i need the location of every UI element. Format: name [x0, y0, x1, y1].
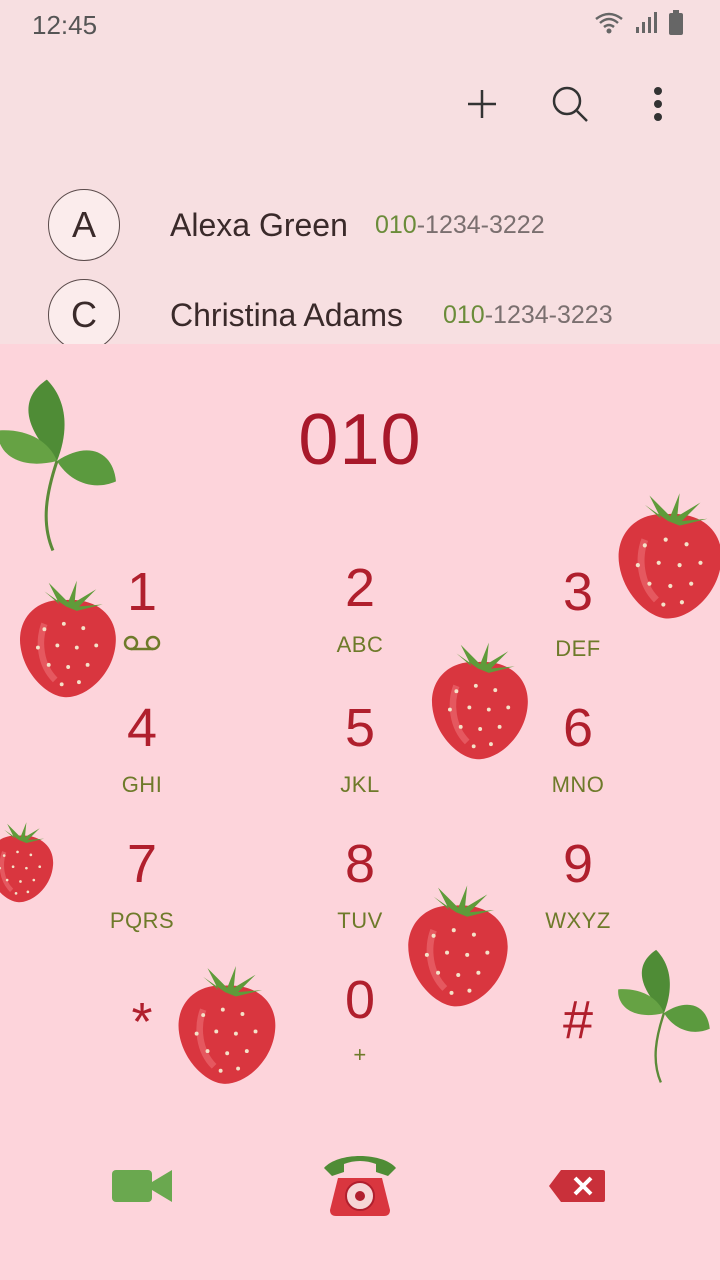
key-letters: ABC: [336, 632, 384, 657]
key-7[interactable]: 7 PQRS: [42, 834, 242, 954]
dialed-number: 010: [298, 400, 422, 480]
search-icon: [552, 86, 588, 122]
number-match: 010: [375, 210, 417, 239]
key-digit: 6: [562, 698, 594, 758]
dialer-panel: 010 1 2 ABC 3 DEF 4 GHI 5 JKL 6 MNO 7 PQ…: [0, 344, 720, 1280]
avatar: C: [48, 279, 120, 344]
key-letters: DEF: [555, 636, 601, 661]
battery-icon: [669, 10, 683, 35]
contact-number: 010-1234-3223: [443, 301, 613, 330]
key-digit: 0: [344, 970, 376, 1030]
key-letters: WXYZ: [545, 908, 611, 933]
key-3[interactable]: 3 DEF: [478, 562, 678, 682]
key-letters: +: [353, 1042, 367, 1067]
key-digit: #: [562, 990, 594, 1050]
key-9[interactable]: 9 WXYZ: [478, 834, 678, 954]
contact-item[interactable]: C Christina Adams 010-1234-3223: [0, 270, 720, 344]
key-1[interactable]: 1: [42, 562, 242, 682]
status-time: 12:45: [32, 10, 98, 40]
status-icons: [594, 10, 684, 36]
key-letters: JKL: [340, 772, 380, 797]
toolbar-actions: [460, 80, 680, 128]
key-letters: MNO: [551, 772, 605, 797]
video-call-button[interactable]: [102, 1158, 182, 1214]
contact-suggestions: A Alexa Green 010-1234-3222 C Christina …: [0, 180, 720, 344]
key-4[interactable]: 4 GHI: [42, 698, 242, 818]
key-digit: 8: [344, 834, 376, 894]
avatar: A: [48, 189, 120, 261]
backspace-icon: [549, 1170, 605, 1202]
key-0[interactable]: 0 +: [260, 970, 460, 1090]
key-digit: 5: [344, 698, 376, 758]
dialer-bottom-bar: [0, 1144, 720, 1244]
number-match: 010: [443, 300, 485, 329]
key-letters: TUV: [337, 908, 383, 933]
key-digit: *: [131, 992, 153, 1052]
call-button[interactable]: [316, 1144, 404, 1224]
signal-icon: [636, 12, 657, 33]
more-options-button[interactable]: [636, 80, 680, 128]
voicemail-icon: [123, 635, 161, 651]
delete-button[interactable]: [544, 1162, 610, 1210]
contact-item[interactable]: A Alexa Green 010-1234-3222: [0, 180, 720, 270]
key-digit: 4: [126, 698, 158, 758]
key-letters: GHI: [121, 772, 163, 797]
key-hash[interactable]: #: [478, 990, 678, 1110]
key-8[interactable]: 8 TUV: [260, 834, 460, 954]
key-star[interactable]: *: [42, 992, 242, 1112]
key-letters: PQRS: [109, 908, 175, 933]
contact-name: Christina Adams: [170, 296, 403, 333]
contact-name: Alexa Green: [170, 206, 348, 243]
video-call-icon: [112, 1170, 172, 1202]
plus-icon: [468, 90, 496, 118]
number-rest: -1234-3222: [416, 210, 545, 239]
key-6[interactable]: 6 MNO: [478, 698, 678, 818]
search-button[interactable]: [548, 80, 592, 128]
contact-number: 010-1234-3222: [375, 211, 545, 240]
key-2[interactable]: 2 ABC: [260, 558, 460, 678]
more-vertical-icon: [654, 87, 662, 121]
number-rest: -1234-3223: [484, 300, 613, 329]
key-digit: 9: [562, 834, 594, 894]
status-bar: 12:45: [0, 0, 720, 48]
wifi-icon: [595, 12, 623, 34]
key-5[interactable]: 5 JKL: [260, 698, 460, 818]
key-digit: 1: [126, 562, 158, 622]
key-digit: 2: [344, 558, 376, 618]
key-digit: 3: [562, 562, 594, 622]
key-digit: 7: [126, 834, 158, 894]
phone-call-icon: [324, 1156, 396, 1216]
add-contact-button[interactable]: [460, 80, 504, 128]
